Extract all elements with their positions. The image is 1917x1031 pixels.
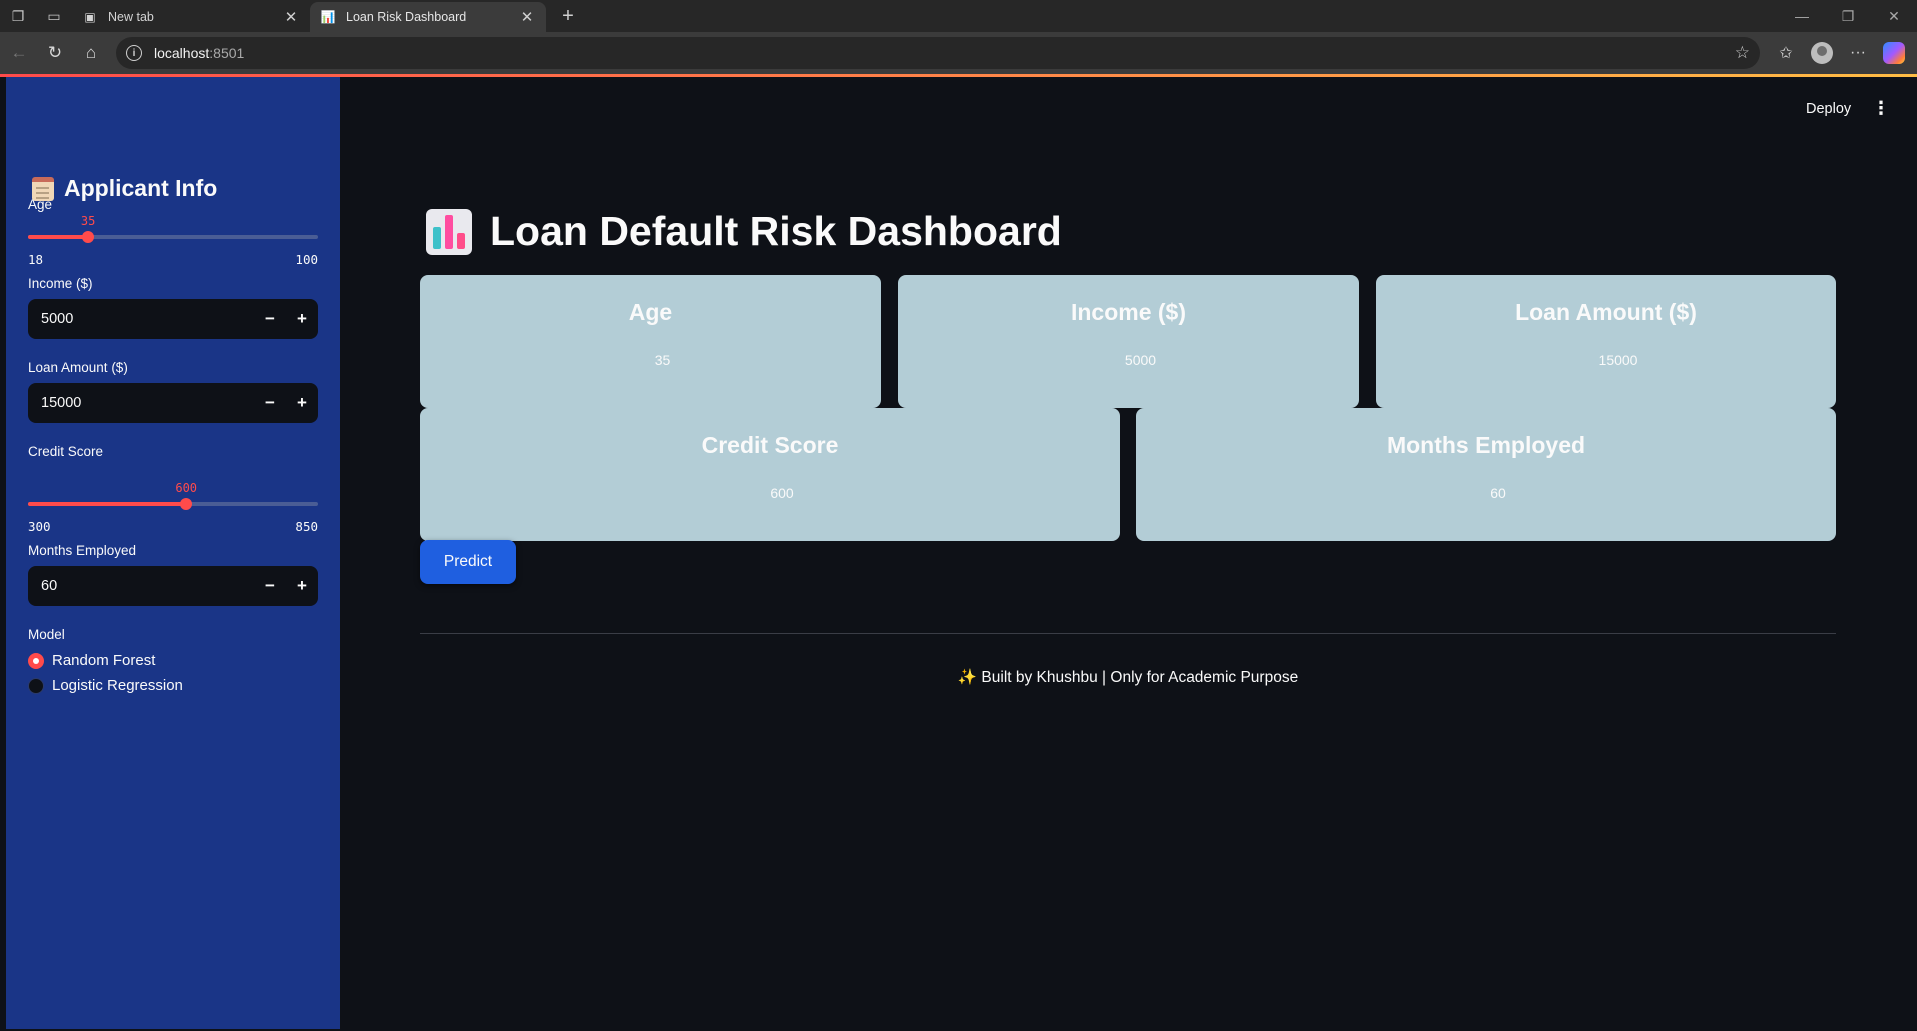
profile-button[interactable] [1804,36,1840,70]
bar-chart-favicon-icon: 📊 [320,10,336,24]
more-options-icon[interactable]: ··· [1840,36,1876,70]
card-title: Loan Amount ($) [1515,299,1697,325]
card-value: 5000 [1124,352,1157,368]
restore-icon[interactable]: ❐ [1825,8,1871,25]
card-title: Income ($) [1070,299,1187,325]
radio-unselected-icon[interactable] [28,677,44,694]
workspaces-icon[interactable]: ❐ [0,0,36,32]
metric-card-age: Age 35 [420,275,881,408]
metric-card-months-employed: Months Employed 60 [1136,408,1836,541]
copilot-button[interactable] [1876,36,1912,70]
credit-score-range: 300 850 [28,519,318,534]
months-employed-input[interactable]: 60 − + [28,566,318,606]
radio-logistic-regression[interactable]: Logistic Regression [28,677,183,694]
slider-fill [28,502,187,506]
card-title: Months Employed [1386,432,1586,458]
age-range: 18 100 [28,252,318,267]
browser-tab-bar: ❐ ▭ ▣ New tab ✕ 📊 Loan Risk Dashboard ✕ … [0,0,1917,32]
slider-thumb[interactable] [82,231,95,243]
page-title-text: Loan Default Risk Dashboard [490,208,1062,254]
close-tab-icon[interactable]: ✕ [518,8,536,26]
months-employed-label: Months Employed [28,543,137,558]
metric-card-loan-amount: Loan Amount ($) 15000 [1376,275,1836,408]
sidebar: Applicant Info Age 35 18 100 Income ($) … [6,77,340,1029]
divider [420,633,1836,634]
site-info-icon[interactable]: i [126,45,142,61]
radio-label[interactable]: Random Forest [52,652,155,669]
card-title: Credit Score [701,432,839,458]
avatar-icon [1811,42,1833,64]
reload-icon[interactable]: ↻ [38,36,72,70]
metric-card-income: Income ($) 5000 [898,275,1359,408]
card-title: Age [628,299,673,325]
slider-value: 600 [175,481,198,495]
months-employed-value[interactable]: 60 [28,578,254,594]
browser-tab-new-tab[interactable]: ▣ New tab ✕ [72,2,310,32]
loan-amount-value[interactable]: 15000 [28,395,254,411]
card-value: 35 [654,352,671,368]
page-title: Loan Default Risk Dashboard [426,208,1062,255]
footer-text: Built by Khushbu | Only for Academic Pur… [981,669,1299,686]
loan-amount-input[interactable]: 15000 − + [28,383,318,423]
metric-card-credit-score: Credit Score 600 [420,408,1120,541]
decrement-icon[interactable]: − [254,576,286,596]
address-bar-row: ← ↻ ⌂ i localhost:8501 ☆ ✩ ··· [0,32,1917,74]
url-port: :8501 [209,45,245,61]
income-value[interactable]: 5000 [28,311,254,327]
increment-icon[interactable]: + [286,309,318,329]
deploy-button[interactable]: Deploy [1806,101,1851,117]
radio-random-forest[interactable]: Random Forest [28,652,155,669]
tab-title: New tab [108,10,154,24]
increment-icon[interactable]: + [286,576,318,596]
slider-value: 35 [80,214,96,228]
back-arrow-icon[interactable]: ← [2,36,36,70]
sidebar-title: Applicant Info [32,175,217,202]
decrement-icon[interactable]: − [254,309,286,329]
favorite-star-icon[interactable]: ☆ [1735,43,1750,63]
close-tab-icon[interactable]: ✕ [282,8,300,26]
radio-label[interactable]: Logistic Regression [52,677,183,694]
increment-icon[interactable]: + [286,393,318,413]
vertical-tabs-icon[interactable]: ▭ [36,0,72,32]
kebab-menu-icon[interactable]: ⋮ [1872,98,1890,119]
bar-chart-icon [426,208,472,255]
window-controls: — ❐ ✕ [1779,8,1917,25]
card-value: 15000 [1598,352,1638,368]
new-tab-plus-icon[interactable]: + [552,5,584,28]
credit-score-label: Credit Score [28,444,104,459]
new-tab-icon: ▣ [84,10,96,24]
slider-fill [28,235,89,239]
card-value: 600 [770,485,794,501]
credit-score-slider[interactable]: 600 [28,474,318,514]
age-min: 18 [28,252,44,267]
income-label: Income ($) [28,276,93,291]
url-field[interactable]: i localhost:8501 ☆ [116,37,1760,69]
credit-score-min: 300 [28,519,51,534]
credit-score-max: 850 [295,519,318,534]
browser-tab-loan-risk-dashboard[interactable]: 📊 Loan Risk Dashboard ✕ [310,2,546,32]
sparkles-icon: ✨ [957,669,978,686]
radio-selected-icon[interactable] [28,652,44,669]
tab-title: Loan Risk Dashboard [346,10,467,24]
card-value: 60 [1490,485,1506,501]
favorites-icon[interactable]: ✩ [1768,36,1804,70]
copilot-icon [1883,42,1905,64]
age-max: 100 [295,252,318,267]
home-icon[interactable]: ⌂ [74,36,108,70]
footer: ✨ Built by Khushbu | Only for Academic P… [420,668,1836,687]
model-label: Model [28,627,65,642]
slider-thumb[interactable] [180,498,193,510]
age-slider[interactable]: 35 [28,207,318,247]
decrement-icon[interactable]: − [254,393,286,413]
predict-button[interactable]: Predict [420,540,516,584]
income-input[interactable]: 5000 − + [28,299,318,339]
loan-amount-label: Loan Amount ($) [28,360,128,375]
minimize-icon[interactable]: — [1779,8,1825,25]
close-window-icon[interactable]: ✕ [1871,8,1917,25]
sidebar-title-text: Applicant Info [64,175,218,201]
url-host: localhost [154,45,210,61]
streamlit-app: Applicant Info Age 35 18 100 Income ($) … [0,74,1917,1031]
